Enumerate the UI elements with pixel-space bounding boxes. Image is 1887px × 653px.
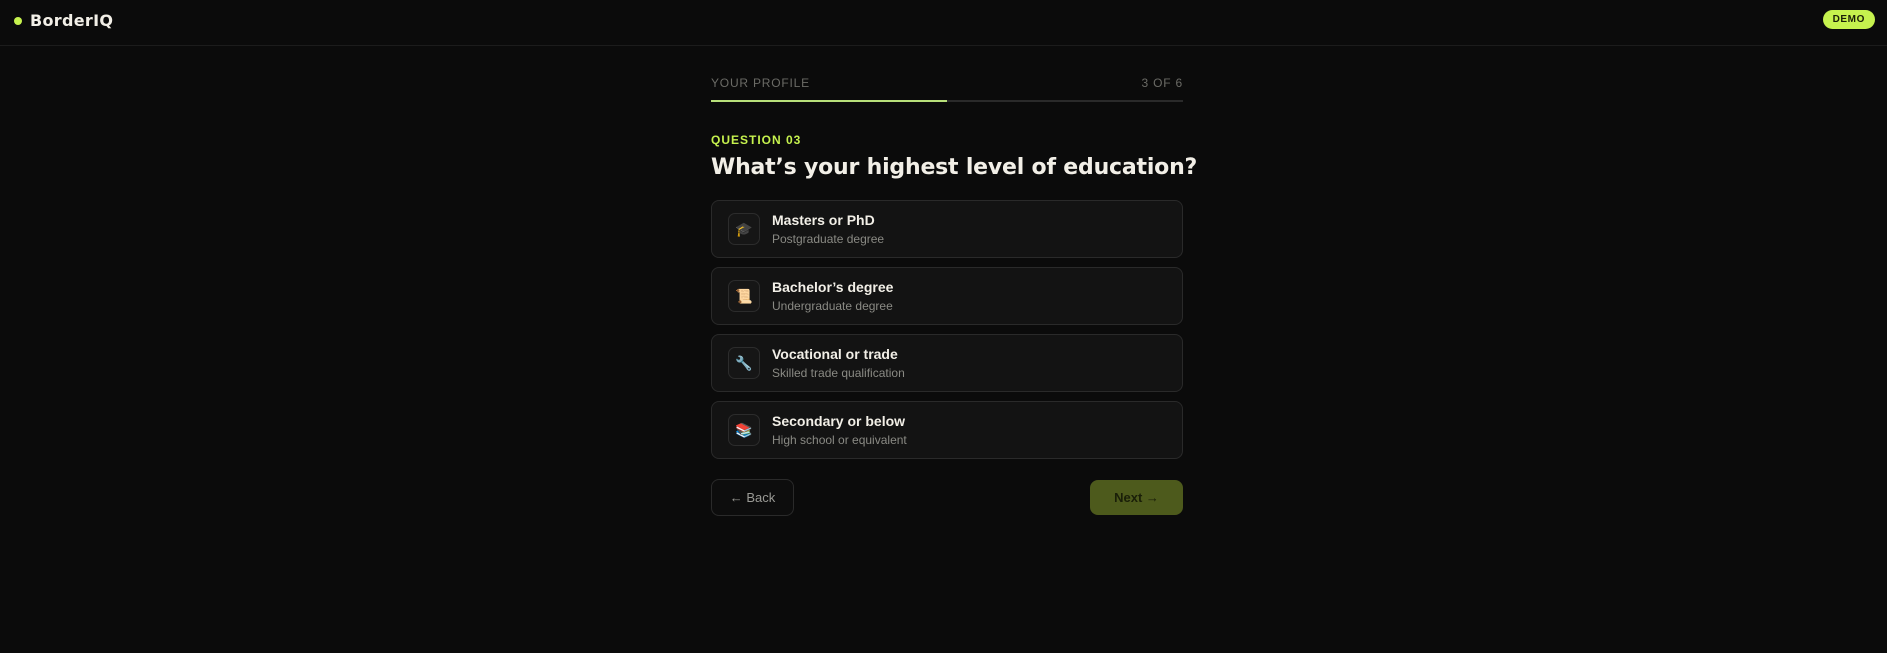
progress-bar [711, 100, 1183, 102]
option-subtitle: Postgraduate degree [772, 231, 885, 246]
option-secondary[interactable]: 📚 Secondary or below High school or equi… [711, 401, 1183, 459]
option-title: Bachelor’s degree [772, 278, 894, 295]
option-vocational[interactable]: 🔧 Vocational or trade Skilled trade qual… [711, 334, 1183, 392]
option-title: Vocational or trade [772, 345, 898, 362]
wrench-icon: 🔧 [728, 347, 760, 379]
scroll-icon: 📜 [728, 280, 760, 312]
option-title: Secondary or below [772, 412, 906, 429]
top-bar: BorderIQ DEMO [0, 0, 1887, 46]
option-subtitle: Undergraduate degree [772, 298, 893, 313]
navigation-row: ← Back Next → [711, 479, 1183, 517]
progress-fill [711, 100, 947, 102]
option-title: Masters or PhD [772, 211, 875, 228]
books-icon: 📚 [728, 414, 760, 446]
options-list: 🎓 Masters or PhD Postgraduate degree 📜 B… [711, 200, 1183, 459]
brand-dot-icon [14, 16, 22, 25]
demo-badge: DEMO [1822, 10, 1875, 29]
option-bachelors[interactable]: 📜 Bachelor’s degree Undergraduate degree [711, 267, 1183, 325]
back-button[interactable]: ← Back [711, 479, 794, 516]
progress-header: YOUR PROFILE 3 OF 6 [711, 76, 1183, 90]
question-title: What’s your highest level of education? [711, 155, 1198, 180]
question-number: QUESTION 03 [711, 133, 802, 147]
option-subtitle: High school or equivalent [772, 432, 907, 447]
option-masters-phd[interactable]: 🎓 Masters or PhD Postgraduate degree [711, 200, 1183, 258]
graduation-cap-icon: 🎓 [728, 213, 760, 245]
option-subtitle: Skilled trade qualification [772, 365, 905, 380]
next-button[interactable]: Next → [1090, 480, 1183, 515]
progress-label: YOUR PROFILE [711, 76, 810, 90]
brand-logo[interactable]: BorderIQ [14, 11, 113, 30]
question-panel: YOUR PROFILE 3 OF 6 QUESTION 03 What’s y… [711, 76, 1198, 517]
brand-name: BorderIQ [30, 11, 114, 30]
progress-count: 3 OF 6 [1141, 76, 1183, 90]
